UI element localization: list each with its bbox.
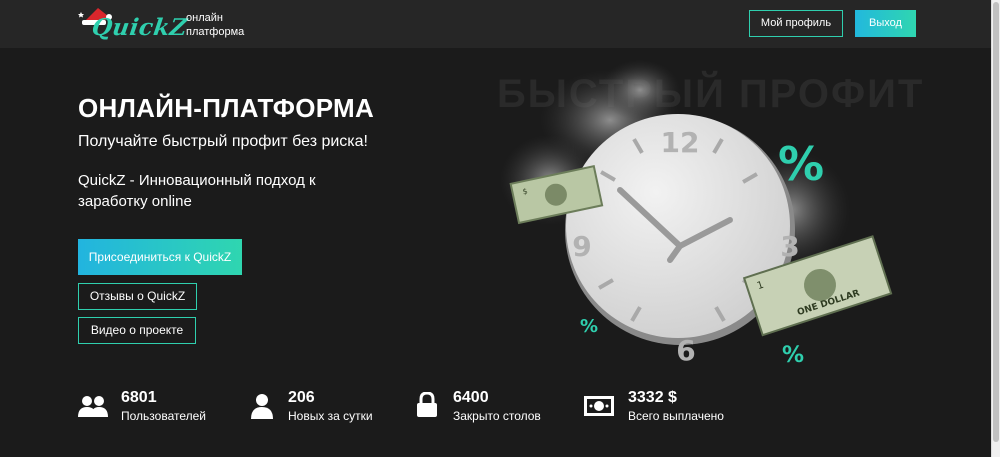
video-button[interactable]: Видео о проекте — [78, 317, 196, 344]
user-icon — [251, 394, 273, 419]
stat-new-users-value: 206 — [288, 389, 315, 406]
stat-closed-tables-value: 6400 — [453, 389, 489, 406]
logo-text: QuickZ — [90, 14, 190, 41]
join-button[interactable]: Присоединиться к QuickZ — [78, 239, 242, 275]
clock-number-9: 9 — [572, 230, 591, 263]
stat-paid-out-value: 3332 $ — [628, 389, 677, 406]
logo[interactable]: QuickZ — [78, 6, 189, 44]
page: QuickZ онлайн платформа Мой профиль Выхо… — [0, 0, 991, 457]
tagline-line-2: платформа — [186, 26, 245, 38]
clock-number-6: 6 — [676, 334, 695, 367]
hero-title: ОНЛАЙН-ПЛАТФОРМА — [78, 93, 375, 123]
users-icon — [78, 396, 108, 417]
stat-users-value: 6801 — [121, 389, 157, 406]
stat-closed-tables: 6400 Закрыто столов — [416, 389, 546, 429]
site-header: QuickZ онлайн платформа Мой профиль Выхо… — [0, 0, 991, 48]
tagline-line-1: онлайн — [186, 12, 223, 24]
lock-icon — [417, 392, 437, 417]
stat-paid-out-label: Всего выплачено — [628, 409, 724, 423]
clock-number-3: 3 — [780, 230, 799, 263]
clock-number-12: 12 — [661, 126, 700, 159]
logout-button[interactable]: Выход — [855, 10, 916, 37]
percent-icon-small-left: % — [580, 316, 598, 337]
stat-new-users: 206 Новых за сутки — [251, 389, 381, 429]
stat-new-users-label: Новых за сутки — [288, 409, 373, 423]
stat-closed-tables-label: Закрыто столов — [453, 409, 541, 423]
scrollbar-thumb[interactable] — [993, 2, 999, 442]
vertical-scrollbar[interactable] — [991, 0, 1000, 457]
percent-icon-large: % — [778, 137, 824, 191]
money-icon — [584, 396, 614, 416]
hero-description: QuickZ - Инновационный подход к заработк… — [78, 172, 316, 210]
stat-users: 6801 Пользователей — [78, 389, 218, 429]
percent-icon-small-right: % — [782, 343, 804, 368]
stat-users-label: Пользователей — [121, 409, 206, 423]
my-profile-button[interactable]: Мой профиль — [749, 10, 843, 37]
hero-subtitle: Получайте быстрый профит без риска! — [78, 133, 368, 150]
tagline: онлайн платформа — [186, 11, 244, 39]
reviews-button[interactable]: Отзывы о QuickZ — [78, 283, 197, 310]
stat-paid-out: 3332 $ Всего выплачено — [584, 389, 724, 429]
hero-illustration: 12 3 6 9 $ ONE DOLLAR 1 % % % — [500, 60, 893, 368]
